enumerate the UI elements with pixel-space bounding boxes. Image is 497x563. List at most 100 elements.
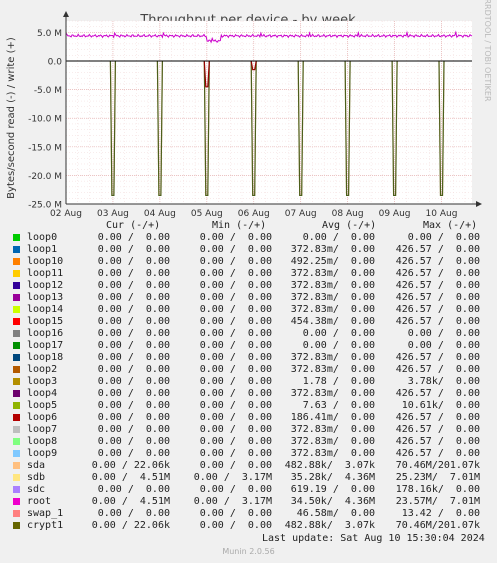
legend-name: loop17 bbox=[27, 340, 64, 351]
legend-name: loop7 bbox=[27, 424, 58, 435]
legend-swatch bbox=[13, 402, 20, 409]
legend-max: 13.42 / 0.00 bbox=[401, 508, 480, 519]
legend-max: 0.00 / 0.00 bbox=[407, 340, 480, 351]
legend-max: 23.57M/ 7.01M bbox=[395, 496, 480, 507]
legend-max: 426.57 / 0.00 bbox=[395, 292, 480, 303]
legend-avg: 0.00 / 0.00 bbox=[302, 340, 375, 351]
legend-avg: 35.28k/ 4.36M bbox=[290, 472, 375, 483]
legend-cur: 0.00 / 0.00 bbox=[97, 376, 170, 387]
legend-swatch bbox=[13, 450, 20, 457]
legend-avg: 372.83m/ 0.00 bbox=[290, 436, 375, 447]
legend-row: sda 0.00 / 22.06k 0.00 / 0.00 482.88k/ 3.07… bbox=[0, 460, 497, 472]
legend-avg: 1.78 / 0.00 bbox=[302, 376, 375, 387]
legend-min: 0.00 / 3.17M bbox=[193, 496, 272, 507]
x-tick-label: 04 Aug bbox=[144, 209, 176, 219]
legend-min: 0.00 / 0.00 bbox=[199, 292, 272, 303]
legend-avg: 186.41m/ 0.00 bbox=[290, 412, 375, 423]
legend-swatch bbox=[13, 366, 20, 373]
legend-row: loop3 0.00 / 0.00 0.00 / 0.00 1.78 / 0.00 3.… bbox=[0, 376, 497, 388]
legend-min: 0.00 / 0.00 bbox=[199, 436, 272, 447]
x-tick-label: 08 Aug bbox=[332, 209, 364, 219]
legend-max: 426.57 / 0.00 bbox=[395, 424, 480, 435]
legend-max: 3.78k/ 0.00 bbox=[407, 376, 480, 387]
legend-max: 426.57 / 0.00 bbox=[395, 256, 480, 267]
legend-row: loop4 0.00 / 0.00 0.00 / 0.00 372.83m/ 0.00… bbox=[0, 388, 497, 400]
y-tick-label: -10.0 M bbox=[28, 115, 62, 125]
legend-swatch bbox=[13, 270, 20, 277]
legend-name: loop9 bbox=[27, 448, 58, 459]
legend-min: 0.00 / 0.00 bbox=[199, 520, 272, 531]
legend-name: loop5 bbox=[27, 400, 58, 411]
legend-max: 178.16k/ 0.00 bbox=[395, 484, 480, 495]
legend-avg: 46.58m/ 0.00 bbox=[296, 508, 375, 519]
legend-row: crypt1 0.00 / 22.06k 0.00 / 0.00 482.88k/ 3… bbox=[0, 520, 497, 532]
legend-swatch bbox=[13, 306, 20, 313]
legend-cur: 0.00 / 0.00 bbox=[97, 400, 170, 411]
legend-name: crypt1 bbox=[27, 520, 64, 531]
legend-max: 426.57 / 0.00 bbox=[395, 280, 480, 291]
legend-min: 0.00 / 3.17M bbox=[193, 472, 272, 483]
legend-max: 0.00 / 0.00 bbox=[407, 328, 480, 339]
legend-cur: 0.00 / 0.00 bbox=[97, 508, 170, 519]
legend-row: loop6 0.00 / 0.00 0.00 / 0.00 186.41m/ 0.00… bbox=[0, 412, 497, 424]
legend-swatch bbox=[13, 438, 20, 445]
legend-swatch bbox=[13, 462, 20, 469]
legend-row: loop9 0.00 / 0.00 0.00 / 0.00 372.83m/ 0.00… bbox=[0, 448, 497, 460]
legend-max: 25.23M/ 7.01M bbox=[395, 472, 480, 483]
legend-avg: 0.00 / 0.00 bbox=[302, 328, 375, 339]
legend-name: loop2 bbox=[27, 364, 58, 375]
legend-avg: 372.83m/ 0.00 bbox=[290, 352, 375, 363]
last-update: Last update: Sat Aug 10 15:30:04 2024 bbox=[262, 533, 485, 544]
legend-row: loop15 0.00 / 0.00 0.00 / 0.00 454.38m/ 0.0… bbox=[0, 316, 497, 328]
legend-row: loop18 0.00 / 0.00 0.00 / 0.00 372.83m/ 0.0… bbox=[0, 352, 497, 364]
legend-cur: 0.00 / 0.00 bbox=[97, 436, 170, 447]
x-tick-label: 09 Aug bbox=[379, 209, 411, 219]
legend-cur: 0.00 / 0.00 bbox=[97, 412, 170, 423]
legend-avg: 7.63 / 0.00 bbox=[302, 400, 375, 411]
legend-swatch bbox=[13, 294, 20, 301]
legend-swatch bbox=[13, 522, 20, 529]
legend-avg: 482.88k/ 3.07k bbox=[284, 520, 375, 531]
y-axis-label: Bytes/second read (-) / write (+) bbox=[6, 37, 17, 199]
legend-header-cur: Cur (-/+) bbox=[106, 220, 161, 231]
legend-min: 0.00 / 0.00 bbox=[199, 484, 272, 495]
legend-name: loop4 bbox=[27, 388, 58, 399]
legend-cur: 0.00 / 0.00 bbox=[97, 352, 170, 363]
legend-header-max: Max (-/+) bbox=[423, 220, 478, 231]
legend-min: 0.00 / 0.00 bbox=[199, 376, 272, 387]
legend-min: 0.00 / 0.00 bbox=[199, 460, 272, 471]
legend-max: 426.57 / 0.00 bbox=[395, 316, 480, 327]
legend-cur: 0.00 / 0.00 bbox=[97, 388, 170, 399]
legend-swatch bbox=[13, 342, 20, 349]
y-axis-arrow-icon bbox=[63, 11, 69, 17]
legend-max: 426.57 / 0.00 bbox=[395, 388, 480, 399]
legend-min: 0.00 / 0.00 bbox=[199, 364, 272, 375]
legend-swatch bbox=[13, 282, 20, 289]
legend-row: loop14 0.00 / 0.00 0.00 / 0.00 372.83m/ 0.0… bbox=[0, 304, 497, 316]
legend-min: 0.00 / 0.00 bbox=[199, 244, 272, 255]
legend-row: sdc 0.00 / 0.00 0.00 / 0.00 619.19 / 0.00 17… bbox=[0, 484, 497, 496]
legend-min: 0.00 / 0.00 bbox=[199, 316, 272, 327]
legend-avg: 619.19 / 0.00 bbox=[290, 484, 375, 495]
legend-min: 0.00 / 0.00 bbox=[199, 400, 272, 411]
legend-avg: 454.38m/ 0.00 bbox=[290, 316, 375, 327]
legend-cur: 0.00 / 0.00 bbox=[97, 448, 170, 459]
legend-cur: 0.00 / 22.06k bbox=[91, 520, 170, 531]
legend-name: loop0 bbox=[27, 232, 58, 243]
legend-max: 426.57 / 0.00 bbox=[395, 364, 480, 375]
legend-swatch bbox=[13, 498, 20, 505]
legend-cur: 0.00 / 0.00 bbox=[97, 244, 170, 255]
legend-row: loop16 0.00 / 0.00 0.00 / 0.00 0.00 / 0.00 0… bbox=[0, 328, 497, 340]
legend-name: loop15 bbox=[27, 316, 64, 327]
y-tick-label: -15.0 M bbox=[28, 143, 62, 153]
legend-row: loop2 0.00 / 0.00 0.00 / 0.00 372.83m/ 0.00… bbox=[0, 364, 497, 376]
legend-avg: 492.25m/ 0.00 bbox=[290, 256, 375, 267]
legend-name: loop16 bbox=[27, 328, 64, 339]
legend-row: loop7 0.00 / 0.00 0.00 / 0.00 372.83m/ 0.00… bbox=[0, 424, 497, 436]
legend-name: loop12 bbox=[27, 280, 64, 291]
legend-row: loop5 0.00 / 0.00 0.00 / 0.00 7.63 / 0.00 10… bbox=[0, 400, 497, 412]
y-tick-label: 0.0 bbox=[48, 58, 63, 68]
legend-max: 426.57 / 0.00 bbox=[395, 268, 480, 279]
x-tick-label: 03 Aug bbox=[97, 209, 129, 219]
legend-cur: 0.00 / 0.00 bbox=[97, 256, 170, 267]
